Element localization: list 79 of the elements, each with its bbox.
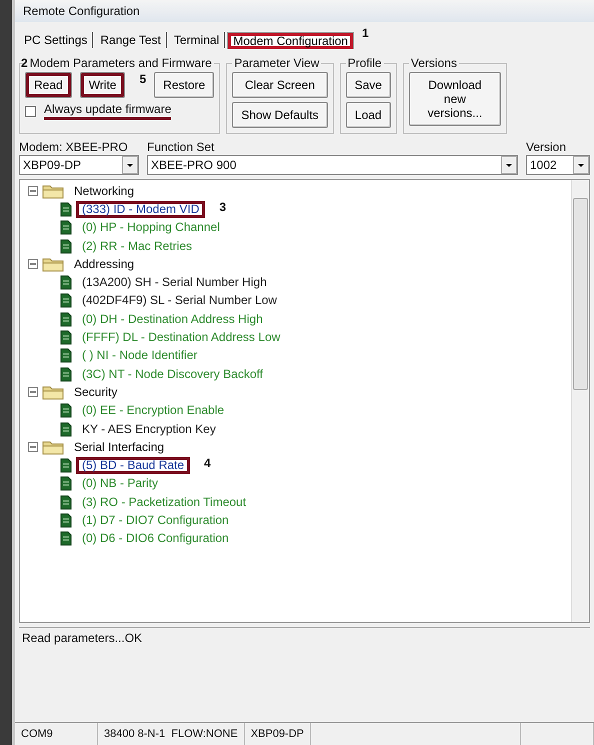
tree-category[interactable]: Networking (68, 182, 140, 200)
parameter-icon (60, 366, 72, 382)
parameter-icon (60, 476, 72, 492)
parameter-icon (60, 330, 72, 346)
parameter-icon (60, 422, 72, 436)
folder-icon (42, 439, 64, 456)
dropdown[interactable]: XBP09-DP (19, 155, 139, 175)
parameter-icon (60, 494, 72, 510)
group-label: Versions (410, 56, 457, 70)
tree-item[interactable]: KY - AES Encryption Key (76, 420, 222, 438)
parameter-icon (60, 220, 72, 236)
annotation-number: 4 (204, 456, 211, 470)
folder-icon (42, 183, 64, 200)
tree-item[interactable]: (0) NB - Parity (76, 475, 164, 492)
tree-item[interactable]: (0) EE - Encryption Enable (76, 402, 230, 420)
tree-item[interactable]: ( ) NI - Node Identifier (76, 347, 204, 364)
field-label: Function Set (147, 140, 216, 154)
tree-item[interactable]: (3C) NT - Node Discovery Backoff (76, 366, 269, 383)
group-label: Modem Parameters and Firmware (30, 56, 212, 70)
status-pane: COM9 (15, 723, 98, 745)
tree-category[interactable]: Security (68, 384, 124, 401)
tab[interactable]: Modem Configuration (227, 32, 354, 48)
field-label: Version (526, 140, 568, 154)
command-button[interactable]: Download new versions... (408, 72, 501, 126)
command-button[interactable]: Save (346, 72, 391, 98)
command-button[interactable]: Show Defaults (232, 102, 328, 128)
parameter-icon (60, 348, 72, 364)
annotation-number: 2 (21, 56, 28, 70)
parameter-icon (60, 202, 72, 217)
dropdown[interactable]: XBEE-PRO 900 (147, 155, 518, 175)
tree-item[interactable]: (0) HP - Hopping Channel (76, 219, 226, 236)
folder-icon (42, 384, 64, 400)
collapse-icon[interactable] (28, 442, 38, 452)
annotation-number: 5 (139, 72, 146, 86)
status-pane: XBP09-DP (244, 723, 311, 745)
checkbox[interactable] (25, 106, 36, 116)
group-label: Profile (348, 56, 382, 70)
annotation-number: 1 (362, 26, 369, 40)
parameter-icon (60, 531, 72, 546)
tab[interactable]: PC Settings (19, 32, 94, 48)
parameter-icon (60, 275, 72, 290)
parameter-icon (60, 312, 72, 327)
tree-category[interactable]: Serial Interfacing (68, 438, 170, 456)
parameter-icon (60, 403, 72, 418)
tree-item[interactable]: (0) DH - Destination Address High (76, 310, 269, 328)
parameter-icon (60, 293, 72, 308)
tree-item[interactable]: (5) BD - Baud Rate (76, 457, 190, 474)
folder-icon (42, 256, 64, 272)
vertical-scrollbar[interactable] (571, 180, 589, 622)
status-pane: 38400 8-N-1 FLOW:NONE (98, 723, 245, 745)
collapse-icon[interactable] (28, 259, 38, 270)
parameter-icon (60, 512, 72, 528)
parameter-icon (60, 458, 72, 474)
tree-category[interactable]: Addressing (68, 256, 140, 273)
window-title: Remote Configuration (15, 0, 594, 22)
tab[interactable]: Range Test (95, 32, 167, 48)
dropdown[interactable]: 1002 (526, 155, 590, 175)
command-button[interactable]: Read (25, 72, 72, 98)
command-button[interactable]: Load (346, 102, 391, 128)
command-button[interactable]: Write (80, 72, 126, 98)
message-text: Read parameters...OK (19, 627, 590, 722)
tree-item[interactable]: (333) ID - Modem VID (76, 200, 206, 218)
tree-item[interactable]: (2) RR - Mac Retries (76, 238, 198, 255)
parameter-icon (60, 238, 72, 254)
command-button[interactable]: Restore (154, 72, 214, 98)
tree-item[interactable]: (13A200) SH - Serial Number High (76, 274, 273, 292)
annotation-number: 3 (219, 200, 226, 214)
tree-item[interactable]: (402DF4F9) SL - Serial Number Low (76, 292, 283, 310)
group-label: Parameter View (234, 56, 320, 70)
collapse-icon[interactable] (28, 387, 38, 398)
tree-item[interactable]: (0) D6 - DIO6 Configuration (76, 530, 235, 548)
checkbox-label: Always update firmware (44, 102, 172, 120)
tab[interactable]: Terminal (168, 32, 226, 48)
tree-item[interactable]: (1) D7 - DIO7 Configuration (76, 512, 235, 529)
collapse-icon[interactable] (28, 186, 38, 196)
field-label: Modem: XBEE-PRO (19, 140, 129, 154)
command-button[interactable]: Clear Screen (232, 72, 328, 98)
tree-item[interactable]: (FFFF) DL - Destination Address Low (76, 329, 286, 346)
tree-item[interactable]: (3) RO - Packetization Timeout (76, 494, 252, 511)
